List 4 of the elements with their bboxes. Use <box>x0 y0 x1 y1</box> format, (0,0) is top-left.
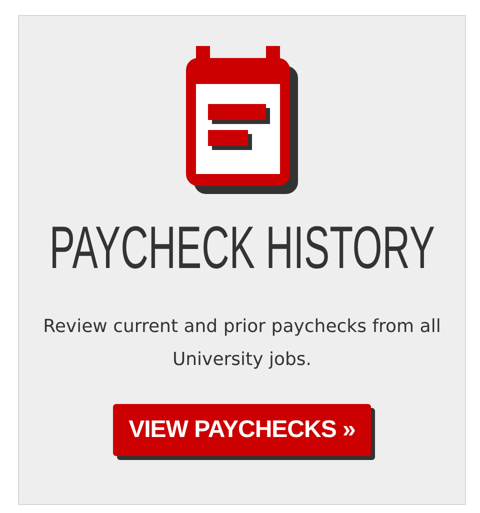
card-title: PAYCHECK HISTORY <box>49 216 435 280</box>
view-paychecks-button[interactable]: VIEW PAYCHECKS » <box>112 404 372 456</box>
card-description: Review current and prior paychecks from all University jobs. <box>42 315 442 372</box>
calendar-icon <box>186 46 298 194</box>
